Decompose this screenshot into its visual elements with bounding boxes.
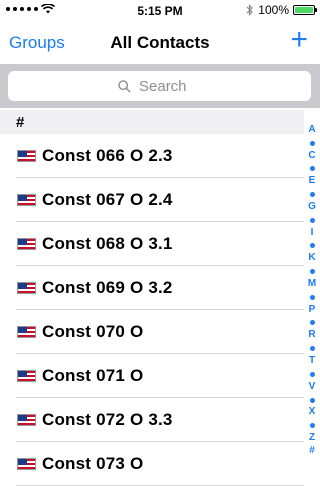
- index-bullet[interactable]: [309, 423, 315, 429]
- index-letter[interactable]: M: [308, 278, 316, 291]
- status-bar: 5:15 PM 100%: [0, 0, 320, 20]
- us-flag-icon: [17, 458, 36, 470]
- contact-name: Const 067 O 2.4: [42, 190, 173, 209]
- index-letter[interactable]: I: [311, 227, 314, 240]
- us-flag-icon: [17, 194, 36, 206]
- section-index-bar[interactable]: A C E G I K M P R T V X Z #: [304, 124, 320, 458]
- section-header: #: [0, 110, 304, 134]
- list-item[interactable]: Const 071 O: [0, 354, 304, 398]
- index-letter[interactable]: Z: [309, 432, 315, 445]
- search-input[interactable]: [137, 76, 201, 96]
- list-item[interactable]: Const 068 O 3.1: [0, 222, 304, 266]
- contact-name: Const 071 O: [42, 366, 144, 385]
- index-bullet[interactable]: [309, 269, 315, 275]
- list-item[interactable]: Const 073 O: [0, 442, 304, 486]
- index-letter[interactable]: G: [308, 201, 316, 214]
- battery-icon: [293, 5, 317, 15]
- index-bullet[interactable]: [309, 346, 315, 352]
- contact-name: Const 069 O 3.2: [42, 278, 173, 297]
- index-bullet[interactable]: [309, 140, 315, 146]
- us-flag-icon: [17, 326, 36, 338]
- index-bullet[interactable]: [309, 294, 315, 300]
- index-letter[interactable]: T: [309, 355, 315, 368]
- bluetooth-icon: [246, 4, 254, 16]
- battery-percent: 100%: [258, 3, 289, 17]
- section-header-label: #: [16, 114, 25, 131]
- list-item[interactable]: Const 069 O 3.2: [0, 266, 304, 310]
- search-field[interactable]: [8, 71, 311, 101]
- index-letter[interactable]: K: [308, 252, 315, 265]
- index-bullet[interactable]: [309, 166, 315, 172]
- index-letter[interactable]: #: [309, 445, 315, 458]
- index-bullet[interactable]: [309, 371, 315, 377]
- list-item[interactable]: Const 066 O 2.3: [0, 134, 304, 178]
- us-flag-icon: [17, 282, 36, 294]
- navigation-bar: Groups All Contacts +: [0, 20, 320, 64]
- contact-name: Const 070 O: [42, 322, 144, 341]
- index-letter[interactable]: C: [308, 150, 315, 163]
- contact-name: Const 072 O 3.3: [42, 410, 173, 429]
- index-letter[interactable]: E: [309, 175, 316, 188]
- contact-name: Const 066 O 2.3: [42, 146, 173, 165]
- index-bullet[interactable]: [309, 320, 315, 326]
- index-bullet[interactable]: [309, 243, 315, 249]
- contacts-list: Const 066 O 2.3 Const 067 O 2.4 Const 06…: [0, 134, 304, 486]
- search-icon: [118, 79, 131, 93]
- list-item[interactable]: Const 070 O: [0, 310, 304, 354]
- contact-name: Const 073 O: [42, 454, 144, 473]
- index-letter[interactable]: R: [308, 329, 315, 342]
- us-flag-icon: [17, 414, 36, 426]
- index-bullet[interactable]: [309, 397, 315, 403]
- index-bullet[interactable]: [309, 217, 315, 223]
- plus-icon[interactable]: +: [290, 25, 308, 55]
- us-flag-icon: [17, 150, 36, 162]
- contact-name: Const 068 O 3.1: [42, 234, 173, 253]
- index-letter[interactable]: P: [309, 304, 316, 317]
- index-letter[interactable]: X: [309, 406, 316, 419]
- us-flag-icon: [17, 370, 36, 382]
- index-bullet[interactable]: [309, 192, 315, 198]
- index-letter[interactable]: A: [308, 124, 315, 137]
- page-title: All Contacts: [110, 33, 210, 52]
- search-bar-container: [0, 64, 320, 108]
- list-item[interactable]: Const 072 O 3.3: [0, 398, 304, 442]
- list-item[interactable]: Const 067 O 2.4: [0, 178, 304, 222]
- us-flag-icon: [17, 238, 36, 250]
- index-letter[interactable]: V: [309, 381, 316, 394]
